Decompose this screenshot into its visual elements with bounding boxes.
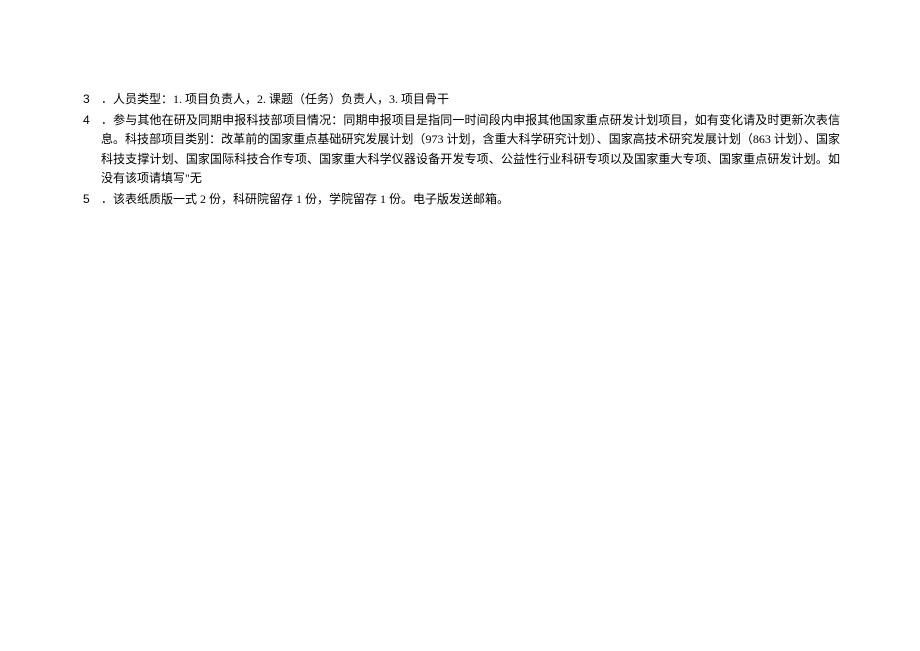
list-number-5: 5 — [83, 190, 101, 209]
list-number-3: 3 — [83, 90, 101, 109]
list-number-4: 4 — [83, 111, 101, 130]
list-text-4: ．参与其他在研及同期申报科技部项目情况：同期申报项目是指同一时间段内申报其他国家… — [101, 111, 840, 188]
document-content: 3 ．人员类型：1. 项目负责人，2. 课题（任务）负责人，3. 项目骨干 4 … — [83, 90, 840, 209]
list-item-4: 4 ．参与其他在研及同期申报科技部项目情况：同期申报项目是指同一时间段内申报其他… — [83, 111, 840, 188]
list-text-3: ．人员类型：1. 项目负责人，2. 课题（任务）负责人，3. 项目骨干 — [101, 90, 840, 109]
list-item-5: 5 ．该表纸质版一式 2 份，科研院留存 1 份，学院留存 1 份。电子版发送邮… — [83, 190, 840, 209]
list-text-5: ．该表纸质版一式 2 份，科研院留存 1 份，学院留存 1 份。电子版发送邮箱。 — [101, 190, 840, 209]
list-item-3: 3 ．人员类型：1. 项目负责人，2. 课题（任务）负责人，3. 项目骨干 — [83, 90, 840, 109]
